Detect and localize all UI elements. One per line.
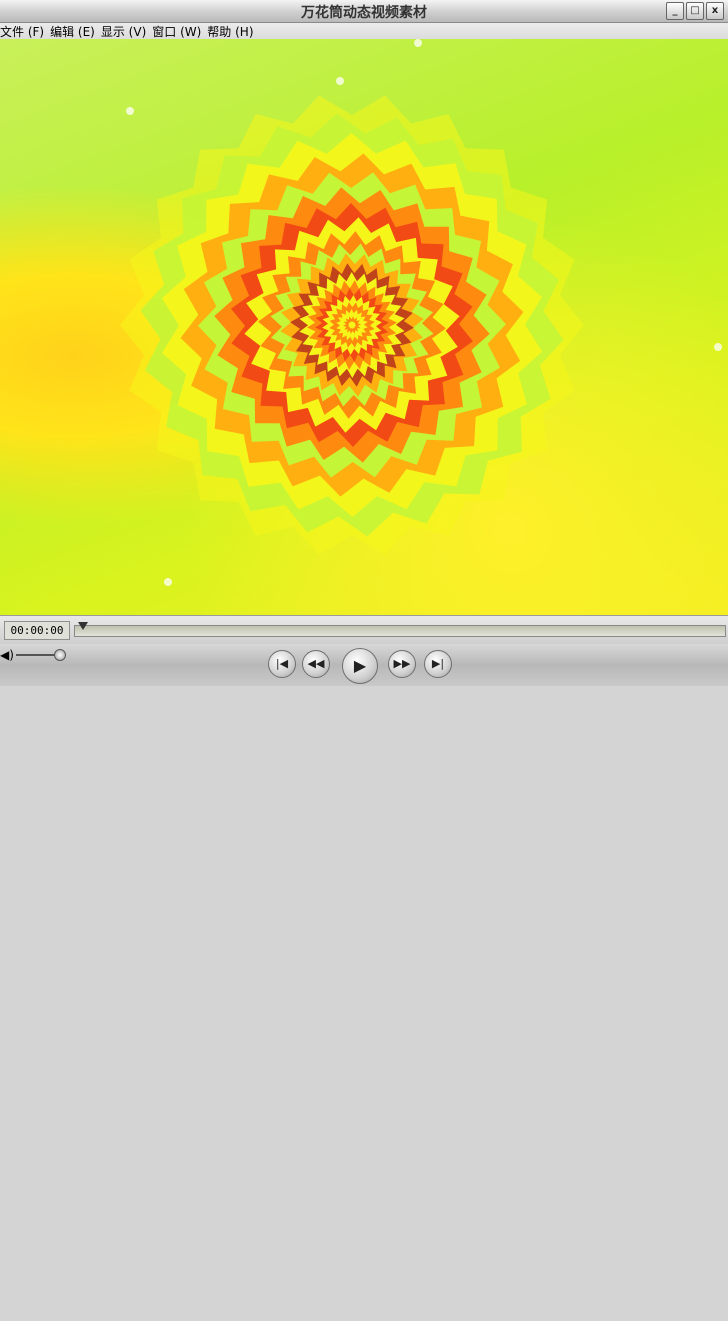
seek-handle[interactable] [78, 622, 88, 630]
fast-forward-icon: ▶▶ [393, 657, 411, 670]
watermark-text: com.cn [679, 1308, 720, 1321]
close-button[interactable]: x [706, 2, 724, 20]
rewind-icon: ◀◀ [307, 657, 325, 670]
seek-bar[interactable] [74, 625, 726, 637]
maximize-button[interactable]: □ [686, 2, 704, 20]
video-frame[interactable] [0, 39, 728, 615]
time-display: 00:00:00 [4, 621, 70, 640]
menu-edit[interactable]: 编辑 (E) [50, 23, 101, 40]
menu-help[interactable]: 帮助 (H) [207, 23, 259, 40]
menu-bar: 文件 (F) 编辑 (E) 显示 (V) 窗口 (W) 帮助 (H) [0, 23, 728, 39]
sparkle [164, 578, 172, 586]
volume-handle[interactable] [54, 649, 66, 661]
play-icon: ▶ [353, 656, 367, 675]
skip-back-icon: |◀ [275, 657, 289, 670]
menu-file[interactable]: 文件 (F) [0, 23, 50, 40]
sparkle [414, 39, 422, 47]
sparkle [336, 77, 344, 85]
skip-forward-icon: ▶| [431, 657, 445, 670]
kaleidoscope-image [120, 39, 722, 586]
minimize-button[interactable]: _ [666, 2, 684, 20]
menu-view[interactable]: 显示 (V) [101, 23, 152, 40]
previous-button[interactable]: |◀ [268, 650, 296, 678]
rewind-button[interactable]: ◀◀ [302, 650, 330, 678]
menu-window[interactable]: 窗口 (W) [152, 23, 207, 40]
window-title: 万花筒动态视频素材 [301, 5, 427, 21]
timeline-bar: 00:00:00 [0, 615, 728, 644]
controls-bar: ◀) |◀ ◀◀ ▶ ▶▶ ▶| com.cn [0, 644, 728, 1321]
speaker-icon[interactable]: ◀) [0, 648, 14, 662]
sparkle [714, 343, 722, 351]
fast-forward-button[interactable]: ▶▶ [388, 650, 416, 678]
window-controls: _ □ x [666, 2, 724, 20]
next-button[interactable]: ▶| [424, 650, 452, 678]
play-button[interactable]: ▶ [342, 648, 378, 684]
sparkle [126, 107, 134, 115]
title-bar: 万花筒动态视频素材 _ □ x [0, 0, 728, 23]
